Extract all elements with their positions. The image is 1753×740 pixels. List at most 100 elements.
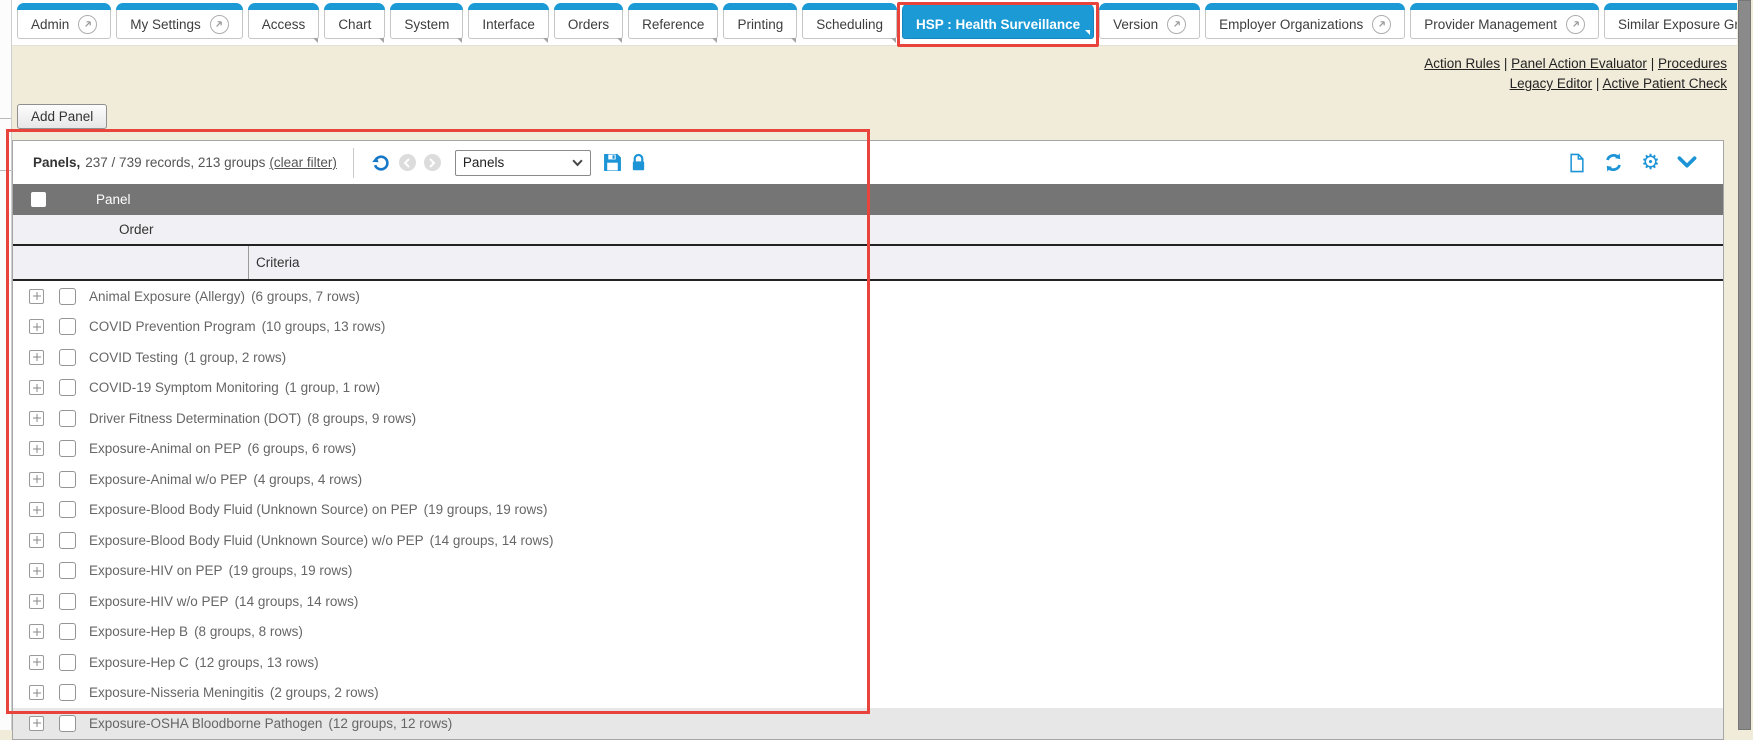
select-all-checkbox[interactable] [31,192,46,207]
row-checkbox[interactable] [59,440,76,457]
tab[interactable]: Provider Management [1410,3,1599,39]
tab[interactable]: Printing [723,3,797,39]
tab[interactable]: My Settings [116,3,243,39]
tab[interactable]: Scheduling [802,3,897,39]
row-checkbox[interactable] [59,623,76,640]
panel-row[interactable]: Exposure-Blood Body Fluid (Unknown Sourc… [13,495,1723,526]
expand-plus-icon[interactable] [29,624,44,639]
panel-row[interactable]: Exposure-Nisseria Meningitis(2 groups, 2… [13,678,1723,709]
quick-link[interactable]: Panel Action Evaluator [1511,56,1647,71]
expand-plus-icon[interactable] [29,472,44,487]
tab[interactable]: Version [1099,3,1200,39]
tab-menu-corner-icon [791,38,796,43]
row-checkbox[interactable] [59,654,76,671]
expand-plus-icon[interactable] [29,594,44,609]
tab[interactable]: Access [248,3,320,39]
next-icon[interactable] [424,154,441,171]
clear-filter-link[interactable]: (clear filter) [269,155,337,170]
expand-plus-icon[interactable] [29,319,44,334]
expand-plus-icon[interactable] [29,502,44,517]
expand-plus-icon[interactable] [29,441,44,456]
tab[interactable]: Employer Organizations [1205,3,1405,39]
tab[interactable]: Interface [468,3,549,39]
open-in-new-icon[interactable] [1167,15,1186,34]
tab-label: Interface [482,17,535,32]
settings-gear-icon[interactable]: ⚙ [1641,152,1660,173]
panel-row[interactable]: Exposure-Animal on PEP(6 groups, 6 rows) [13,434,1723,465]
tab[interactable]: Similar Exposure Groups (SEGs) [1604,3,1737,39]
add-panel-button[interactable]: Add Panel [17,104,107,129]
quick-link[interactable]: Legacy Editor [1510,76,1593,91]
tab[interactable]: Chart [324,3,385,39]
expand-plus-icon[interactable] [29,716,44,731]
expand-plus-icon[interactable] [29,685,44,700]
row-checkbox[interactable] [59,349,76,366]
panel-row[interactable]: COVID Testing(1 group, 2 rows) [13,342,1723,373]
open-in-new-icon[interactable] [210,15,229,34]
scrollbar-thumb[interactable] [1738,0,1751,730]
tab[interactable]: HSP : Health Surveillance [902,3,1094,39]
open-in-new-icon[interactable] [78,15,97,34]
panel-row[interactable]: Exposure-Hep C(12 groups, 13 rows) [13,647,1723,678]
panel-row[interactable]: Exposure-HIV w/o PEP(14 groups, 14 rows) [13,586,1723,617]
vertical-scrollbar[interactable] [1737,0,1753,730]
row-checkbox[interactable] [59,593,76,610]
row-checkbox[interactable] [59,288,76,305]
tab[interactable]: Reference [628,3,718,39]
panel-name: Exposure-OSHA Bloodborne Pathogen [89,716,322,731]
expand-plus-icon[interactable] [29,655,44,670]
row-checkbox[interactable] [59,471,76,488]
quick-link[interactable]: Action Rules [1424,56,1500,71]
panel-row-text: Exposure-HIV w/o PEP(14 groups, 14 rows) [89,594,358,609]
tab[interactable]: System [390,3,463,39]
panel-row[interactable]: COVID Prevention Program(10 groups, 13 r… [13,312,1723,343]
refresh-icon[interactable] [1603,152,1624,173]
panel-row[interactable]: Exposure-Hep B(8 groups, 8 rows) [13,617,1723,648]
panel-row[interactable]: Animal Exposure (Allergy)(6 groups, 7 ro… [13,281,1723,312]
row-checkbox[interactable] [59,379,76,396]
column-header-order: Order [119,222,154,237]
link-wrap: Action Rules [1424,56,1500,71]
panel-row[interactable]: COVID-19 Symptom Monitoring(1 group, 1 r… [13,373,1723,404]
tab[interactable]: Orders [554,3,623,39]
lock-icon[interactable] [630,153,647,172]
expand-plus-icon[interactable] [29,563,44,578]
save-icon[interactable] [603,153,622,172]
quick-link[interactable]: Procedures [1658,56,1727,71]
expand-plus-icon[interactable] [29,380,44,395]
expand-plus-icon[interactable] [29,411,44,426]
open-in-new-icon[interactable] [1566,15,1585,34]
panel-row[interactable]: Exposure-HIV on PEP(19 groups, 19 rows) [13,556,1723,587]
panel-counts: (14 groups, 14 rows) [235,594,359,609]
panel-row[interactable]: Driver Fitness Determination (DOT)(8 gro… [13,403,1723,434]
row-checkbox[interactable] [59,715,76,732]
previous-icon[interactable] [399,154,416,171]
expand-plus-icon[interactable] [29,350,44,365]
panel-row[interactable]: Exposure-Blood Body Fluid (Unknown Sourc… [13,525,1723,556]
panel-row[interactable]: Exposure-OSHA Bloodborne Pathogen(12 gro… [13,708,1723,739]
row-checkbox[interactable] [59,501,76,518]
view-select[interactable]: Panels [455,150,591,176]
panel-row[interactable]: Exposure-Animal w/o PEP(4 groups, 4 rows… [13,464,1723,495]
open-in-new-icon[interactable] [1372,15,1391,34]
row-checkbox[interactable] [59,684,76,701]
left-splitter-gutter[interactable] [0,0,12,730]
expand-plus-icon[interactable] [29,289,44,304]
row-checkbox[interactable] [59,318,76,335]
panel-counts: (1 group, 1 row) [285,380,380,395]
panel-name: Exposure-Hep C [89,655,189,670]
gutter-divider [0,118,11,119]
row-checkbox[interactable] [59,532,76,549]
tab[interactable]: Admin [17,3,111,39]
row-checkbox[interactable] [59,562,76,579]
tab-label: Orders [568,17,609,32]
quick-link[interactable]: Active Patient Check [1602,76,1727,91]
undo-icon[interactable] [370,152,391,173]
new-document-icon[interactable] [1568,153,1586,173]
panel-counts: (14 groups, 14 rows) [430,533,554,548]
tab-menu-corner-icon [891,38,896,43]
collapse-chevron-icon[interactable] [1677,156,1697,169]
row-checkbox[interactable] [59,410,76,427]
tab-label: System [404,17,449,32]
expand-plus-icon[interactable] [29,533,44,548]
